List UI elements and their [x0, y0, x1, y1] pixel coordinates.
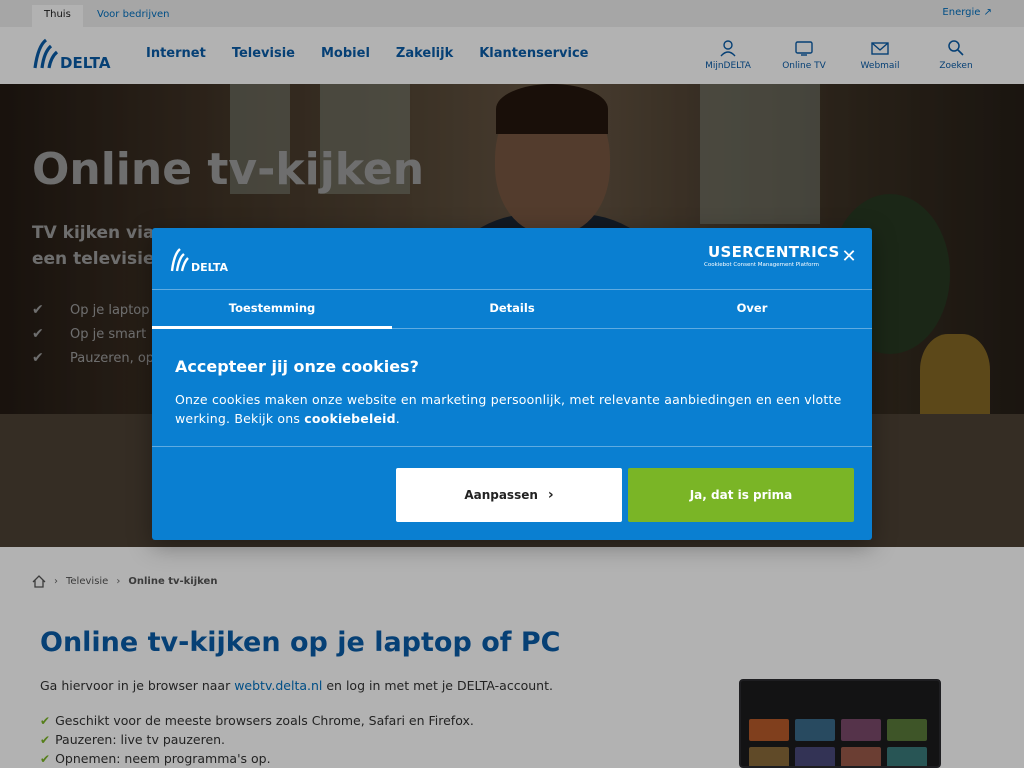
- chevron-right-icon: ›: [547, 487, 554, 503]
- consent-tabs: Toestemming Details Over: [152, 289, 872, 329]
- customize-button[interactable]: Aanpassen ›: [396, 468, 622, 522]
- tab-toestemming[interactable]: Toestemming: [152, 290, 392, 329]
- cookie-consent-dialog: DELTA USERCENTRICS Cookiebot Consent Man…: [152, 228, 872, 540]
- cookiebeleid-link[interactable]: cookiebeleid: [304, 411, 395, 426]
- consent-description: Onze cookies maken onze website en marke…: [175, 392, 842, 426]
- close-icon[interactable]: ✕: [840, 248, 858, 266]
- delta-logo: DELTA: [170, 246, 232, 274]
- usercentrics-logo: USERCENTRICS Cookiebot Consent Managemen…: [704, 243, 840, 268]
- tab-details[interactable]: Details: [392, 290, 632, 328]
- consent-title: Accepteer jij onze cookies?: [175, 357, 419, 376]
- accept-button[interactable]: Ja, dat is prima: [628, 468, 854, 522]
- divider: [152, 446, 872, 447]
- svg-text:DELTA: DELTA: [191, 261, 228, 274]
- tab-over[interactable]: Over: [632, 290, 872, 328]
